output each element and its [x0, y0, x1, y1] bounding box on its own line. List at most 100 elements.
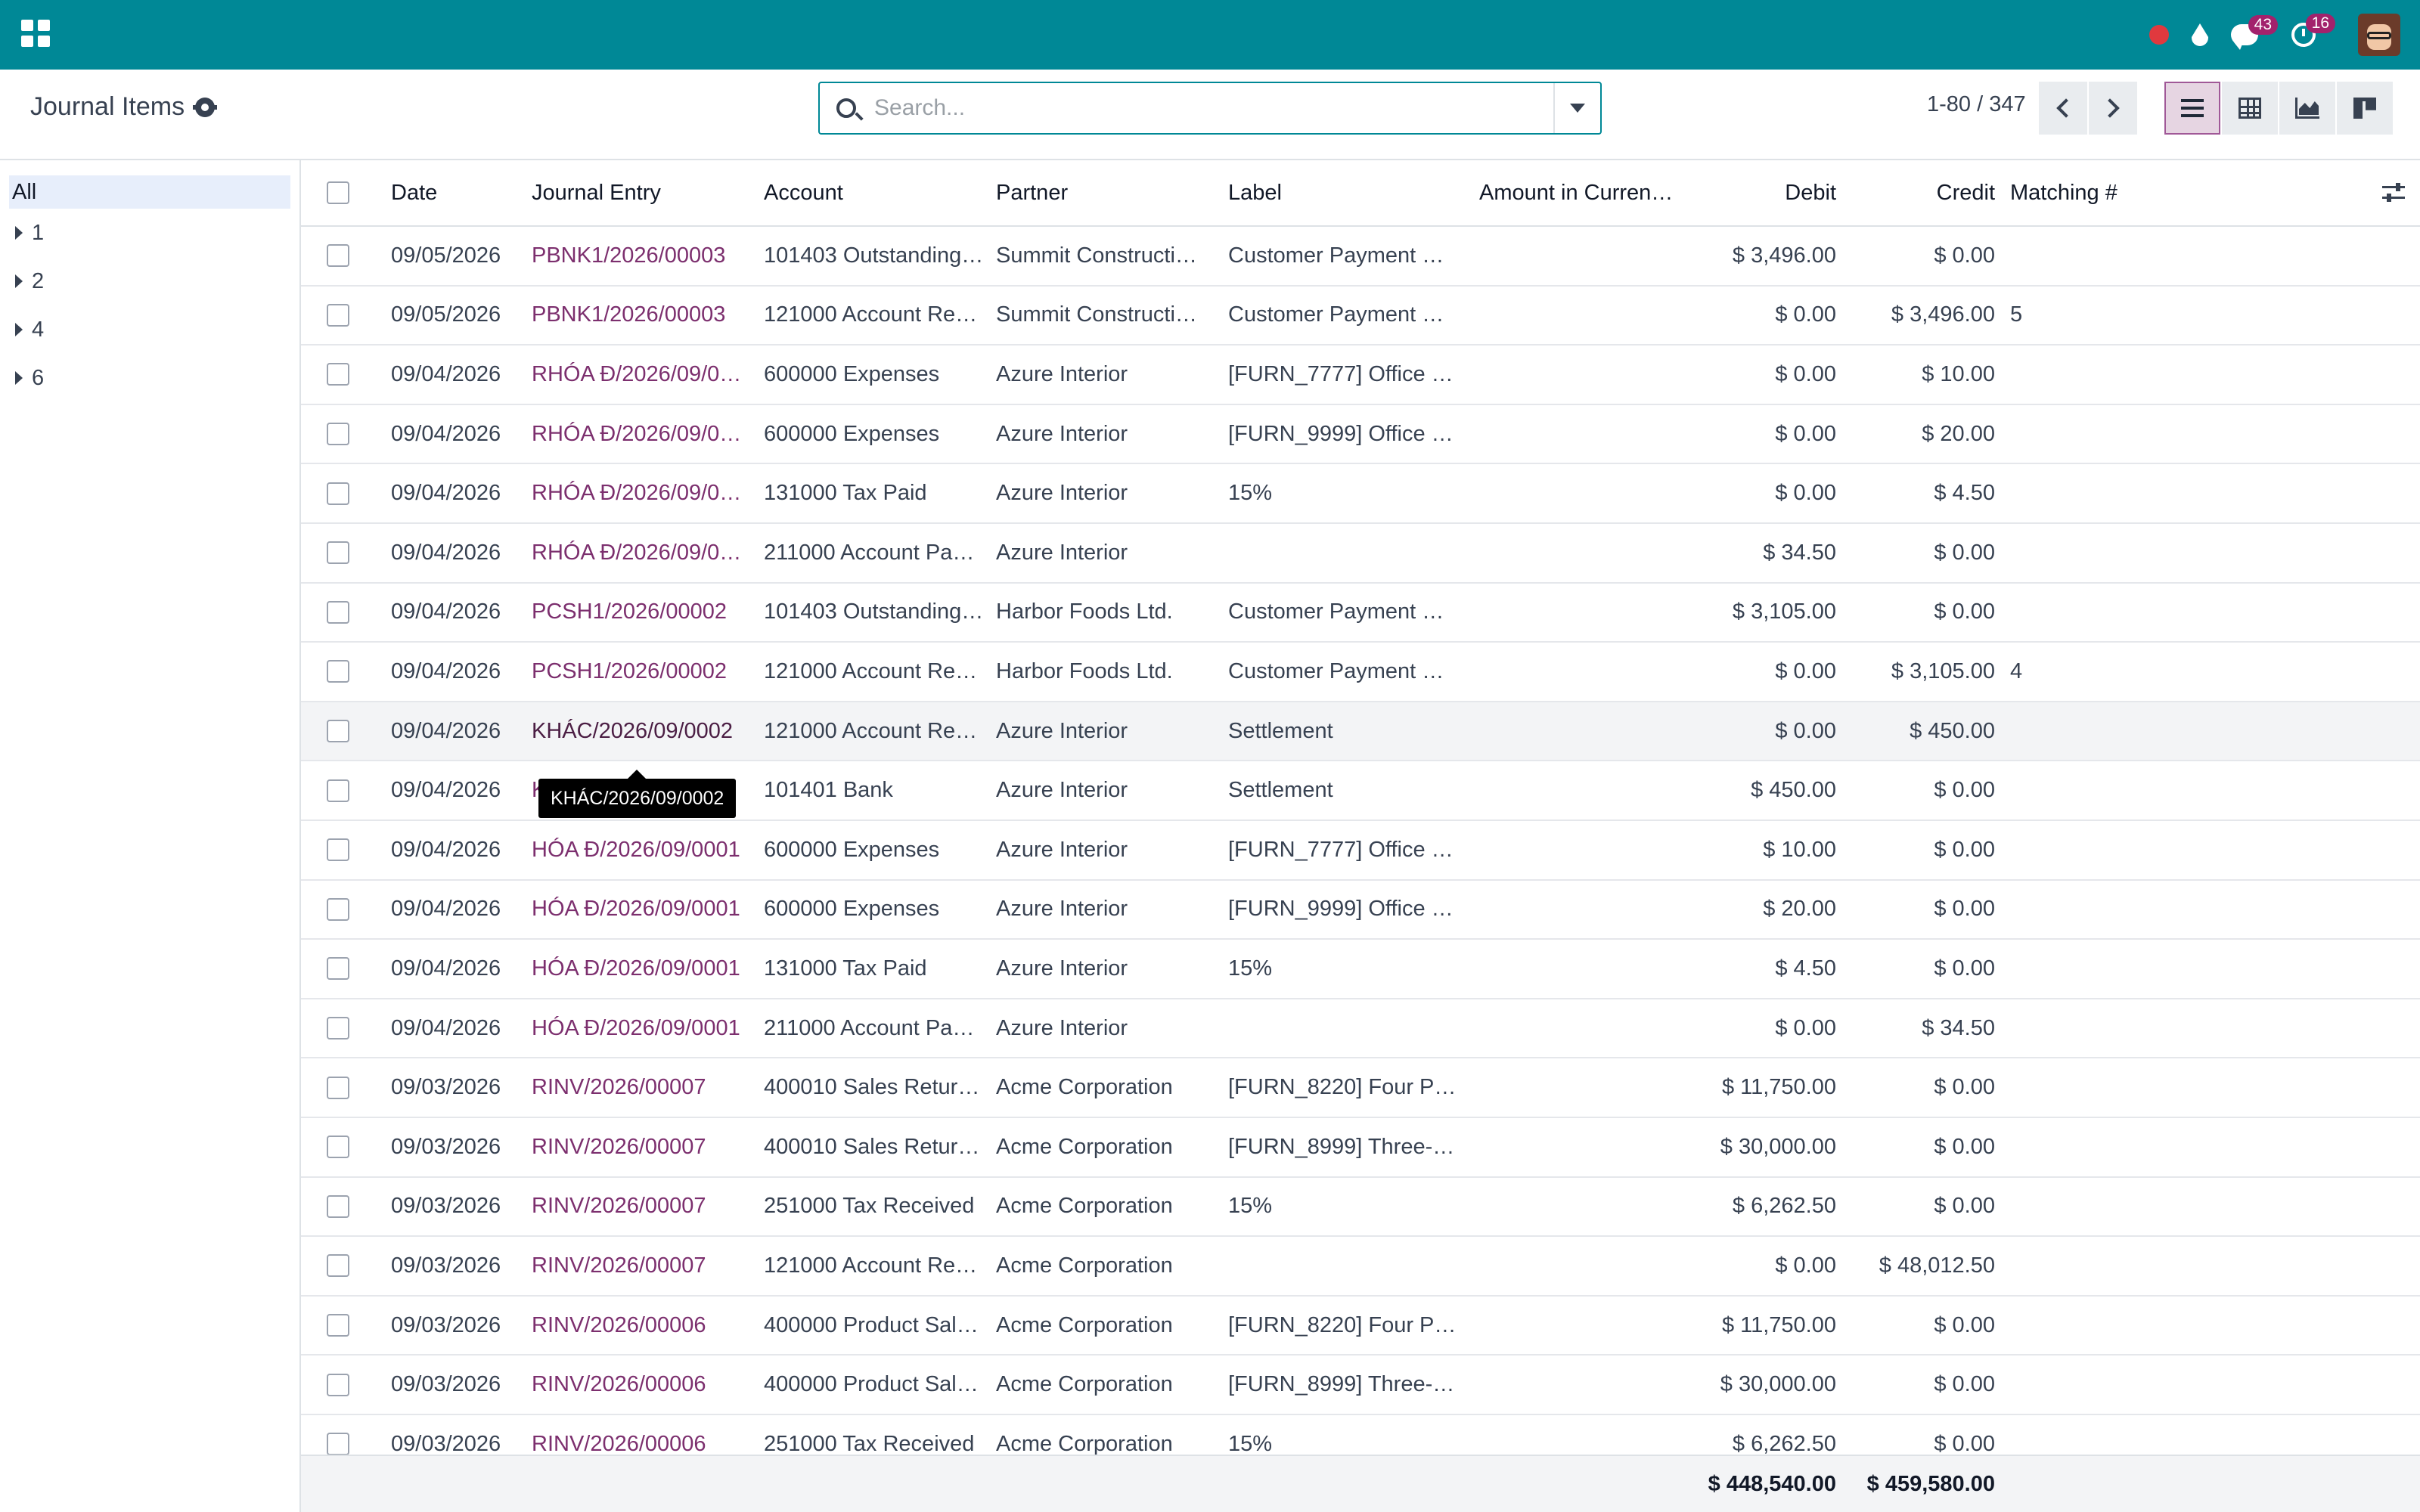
table-row[interactable]: 09/04/2026 HÓA Đ/2026/09/0001 600000 Expen… — [301, 821, 2420, 881]
cell-journal-entry[interactable]: PCSH1/2026/00002 — [532, 584, 759, 642]
cell-journal-entry[interactable]: RHÓA Đ/2026/09/0… — [532, 464, 759, 522]
row-checkbox[interactable] — [327, 541, 349, 565]
row-checkbox[interactable] — [327, 660, 349, 683]
column-header-journal-entry[interactable]: Journal Entry — [532, 160, 751, 225]
row-checkbox[interactable] — [327, 957, 349, 981]
table-row[interactable]: 09/03/2026 RINV/2026/00007 121000 Account … — [301, 1237, 2420, 1297]
select-all-checkbox[interactable] — [327, 181, 349, 204]
search-panel-item-1[interactable]: 1 — [0, 209, 299, 257]
row-checkbox[interactable] — [327, 1136, 349, 1159]
column-header-debit[interactable]: Debit — [1738, 160, 1836, 225]
cell-journal-entry-text[interactable]: RHÓA Đ/2026/09/0… — [532, 481, 741, 506]
cell-journal-entry[interactable]: PBNK1/2026/00003 — [532, 287, 759, 345]
graph-view-button[interactable] — [2279, 82, 2335, 135]
cell-journal-entry-text[interactable]: HÓA Đ/2026/09/0001 — [532, 838, 740, 863]
pager-next-button[interactable] — [2089, 82, 2137, 135]
cell-journal-entry[interactable]: RINV/2026/00006 — [532, 1356, 759, 1414]
cell-journal-entry-text[interactable]: RHÓA Đ/2026/09/0… — [532, 541, 741, 565]
search-options-toggle[interactable] — [1553, 83, 1600, 133]
cell-journal-entry-text[interactable]: PBNK1/2026/00003 — [532, 243, 725, 268]
table-row[interactable]: 09/04/2026 PCSH1/2026/00002 101403 Outstan… — [301, 584, 2420, 643]
cell-journal-entry-text[interactable]: HÓA Đ/2026/09/0001 — [532, 1016, 740, 1041]
cell-journal-entry-text[interactable]: PCSH1/2026/00002 — [532, 659, 727, 684]
cell-journal-entry-text[interactable]: RHÓA Đ/2026/09/0… — [532, 422, 741, 447]
gear-icon[interactable] — [193, 97, 218, 117]
messages-button[interactable]: 43 — [2231, 15, 2278, 45]
table-row[interactable]: 09/04/2026 HÓA Đ/2026/09/0001 131000 Tax P… — [301, 940, 2420, 999]
column-header-date[interactable]: Date — [391, 160, 520, 225]
cell-journal-entry[interactable]: RHÓA Đ/2026/09/0… — [532, 405, 759, 463]
cell-journal-entry[interactable]: HÓA Đ/2026/09/0001 — [532, 999, 759, 1058]
cell-journal-entry[interactable]: RHÓA Đ/2026/09/0… — [532, 524, 759, 582]
column-header-amount-currency[interactable]: Amount in Curren… — [1479, 160, 1691, 225]
search-panel-item-2[interactable]: 2 — [0, 257, 299, 305]
table-row[interactable]: 09/04/2026 HÓA Đ/2026/09/0001 211000 Accou… — [301, 999, 2420, 1059]
search-panel-item-6[interactable]: 6 — [0, 354, 299, 402]
table-row[interactable]: 09/04/2026 RHÓA Đ/2026/09/0… 600000 Expens… — [301, 345, 2420, 405]
cell-journal-entry-text[interactable]: PBNK1/2026/00003 — [532, 302, 725, 327]
cell-journal-entry-text[interactable]: RINV/2026/00006 — [532, 1372, 706, 1397]
cell-journal-entry-text[interactable]: KHÁC/2026/09/0002 — [532, 719, 733, 744]
column-header-credit[interactable]: Credit — [1897, 160, 1995, 225]
row-checkbox[interactable] — [327, 1433, 349, 1456]
cell-journal-entry[interactable]: RHÓA Đ/2026/09/0… — [532, 345, 759, 404]
column-header-partner[interactable]: Partner — [996, 160, 1215, 225]
column-header-matching[interactable]: Matching # — [2010, 160, 2184, 225]
row-checkbox[interactable] — [327, 423, 349, 446]
cell-journal-entry[interactable]: KHÁC/2026/09/0002 — [532, 702, 759, 761]
row-checkbox[interactable] — [327, 1076, 349, 1099]
pager-previous-button[interactable] — [2039, 82, 2087, 135]
pivot-view-button[interactable] — [2222, 82, 2278, 135]
cell-journal-entry[interactable]: RINV/2026/00007 — [532, 1178, 759, 1236]
table-row[interactable]: 09/04/2026 KHÁC/2026/09/0002 121000 Accoun… — [301, 702, 2420, 762]
column-header-account[interactable]: Account — [764, 160, 983, 225]
table-row[interactable]: 09/04/2026 RHÓA Đ/2026/09/0… 211000 Accoun… — [301, 524, 2420, 584]
table-row[interactable]: 09/04/2026 RHÓA Đ/2026/09/0… 600000 Expens… — [301, 405, 2420, 465]
table-row[interactable]: 09/05/2026 PBNK1/2026/00003 101403 Outstan… — [301, 227, 2420, 287]
column-header-label[interactable]: Label — [1228, 160, 1455, 225]
table-row[interactable]: 09/03/2026 RINV/2026/00007 251000 Tax Rece… — [301, 1178, 2420, 1238]
cell-journal-entry[interactable]: RINV/2026/00007 — [532, 1118, 759, 1176]
row-checkbox[interactable] — [327, 1373, 349, 1396]
row-checkbox[interactable] — [327, 1314, 349, 1337]
table-row[interactable]: 09/03/2026 RINV/2026/00007 400010 Sales Re… — [301, 1058, 2420, 1118]
cell-journal-entry-text[interactable]: RINV/2026/00007 — [532, 1135, 706, 1160]
user-avatar[interactable] — [2358, 14, 2400, 56]
row-checkbox[interactable] — [327, 897, 349, 921]
cell-journal-entry-text[interactable]: HÓA Đ/2026/09/0001 — [532, 897, 740, 922]
cell-journal-entry-text[interactable]: RINV/2026/00007 — [532, 1075, 706, 1100]
cell-journal-entry-text[interactable]: PCSH1/2026/00002 — [532, 600, 727, 624]
row-checkbox[interactable] — [327, 600, 349, 624]
row-checkbox[interactable] — [327, 303, 349, 327]
cell-journal-entry-text[interactable]: RINV/2026/00006 — [532, 1432, 706, 1457]
list-view-button[interactable] — [2164, 82, 2220, 135]
cell-journal-entry-text[interactable]: RINV/2026/00007 — [532, 1194, 706, 1219]
drop-icon[interactable] — [2192, 23, 2208, 46]
cell-journal-entry[interactable]: HÓA Đ/2026/09/0001 — [532, 881, 759, 939]
search-panel-item-all[interactable]: All — [9, 175, 290, 209]
table-row[interactable]: 09/03/2026 RINV/2026/00006 400000 Product … — [301, 1297, 2420, 1356]
row-checkbox[interactable] — [327, 1194, 349, 1218]
cell-journal-entry[interactable]: RINV/2026/00006 — [532, 1297, 759, 1355]
cell-journal-entry[interactable]: PBNK1/2026/00003 — [532, 227, 759, 285]
row-checkbox[interactable] — [327, 1254, 349, 1278]
search-input[interactable] — [874, 85, 1553, 131]
table-row[interactable]: 09/04/2026 HÓA Đ/2026/09/0001 600000 Expen… — [301, 881, 2420, 940]
cell-journal-entry[interactable]: HÓA Đ/2026/09/0001 — [532, 821, 759, 879]
table-row[interactable]: 09/04/2026 PCSH1/2026/00002 121000 Account… — [301, 643, 2420, 702]
cell-journal-entry-text[interactable]: RINV/2026/00007 — [532, 1253, 706, 1278]
cell-journal-entry-text[interactable]: RHÓA Đ/2026/09/0… — [532, 362, 741, 387]
table-row[interactable]: 09/03/2026 RINV/2026/00006 400000 Product … — [301, 1356, 2420, 1415]
apps-menu-icon[interactable] — [20, 18, 50, 48]
table-row[interactable]: 09/05/2026 PBNK1/2026/00003 121000 Account… — [301, 287, 2420, 346]
cell-journal-entry[interactable]: HÓA Đ/2026/09/0001 — [532, 940, 759, 998]
kanban-view-button[interactable] — [2337, 82, 2393, 135]
row-checkbox[interactable] — [327, 482, 349, 505]
optional-columns-toggle[interactable] — [2382, 160, 2412, 225]
row-checkbox[interactable] — [327, 838, 349, 862]
cell-journal-entry[interactable]: PCSH1/2026/00002 — [532, 643, 759, 701]
cell-journal-entry[interactable]: RINV/2026/00007 — [532, 1237, 759, 1295]
cell-journal-entry-text[interactable]: HÓA Đ/2026/09/0001 — [532, 956, 740, 981]
row-checkbox[interactable] — [327, 779, 349, 802]
row-checkbox[interactable] — [327, 720, 349, 743]
